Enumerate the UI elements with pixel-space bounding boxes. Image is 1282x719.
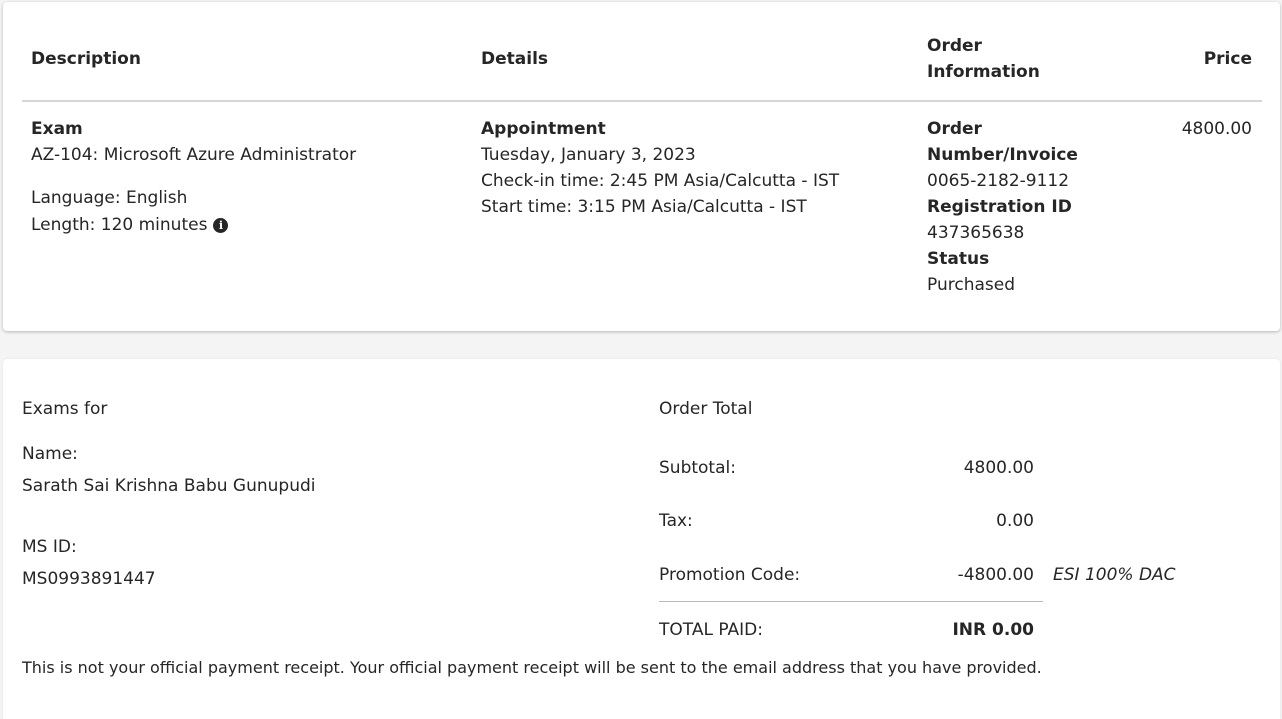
total-paid-label: TOTAL PAID: (659, 620, 763, 640)
info-icon[interactable]: i (213, 218, 229, 233)
promotion-code: ESI 100% DAC (1053, 565, 1176, 585)
candidate-name: Sarath Sai Krishna Babu Gunupudi (22, 476, 316, 496)
description-cell: Exam AZ-104: Microsoft Azure Administrat… (31, 116, 356, 238)
order-number-label-line2: Number/Invoice (927, 145, 1078, 165)
header-order-information-line1: Order (927, 36, 982, 56)
tax-label: Tax: (659, 511, 693, 531)
registration-id-label: Registration ID (927, 197, 1072, 217)
exam-length-row: Length: 120 minutes i (31, 212, 356, 238)
total-divider (659, 601, 1043, 602)
subtotal-label: Subtotal: (659, 458, 736, 478)
receipt-disclaimer: This is not your official payment receip… (22, 658, 1042, 677)
exams-for-label: Exams for (22, 399, 108, 419)
checkin-time: Check-in time: 2:45 PM Asia/Calcutta - I… (481, 171, 840, 191)
status-label: Status (927, 249, 990, 269)
order-summary-card: Exams for Name: Sarath Sai Krishna Babu … (3, 359, 1280, 719)
order-number-label-line1: Order (927, 119, 982, 139)
appointment-date: Tuesday, January 3, 2023 (481, 145, 696, 165)
promotion-amount: -4800.00 (957, 565, 1034, 585)
header-details: Details (481, 49, 549, 69)
order-details-card: Description Details Order Information Pr… (3, 2, 1280, 331)
start-time: Start time: 3:15 PM Asia/Calcutta - IST (481, 197, 807, 217)
header-price: Price (1203, 49, 1252, 69)
promotion-code-label: Promotion Code: (659, 565, 801, 585)
details-cell: Appointment Tuesday, January 3, 2023 Che… (481, 116, 839, 220)
total-paid-value: INR 0.00 (952, 620, 1034, 640)
order-number: 0065-2182-9112 (927, 171, 1070, 191)
registration-id: 437365638 (927, 223, 1025, 243)
status-value: Purchased (927, 275, 1015, 295)
header-order-information: Order Information (927, 33, 1040, 85)
ms-id-value: MS0993891447 (22, 569, 156, 589)
exam-length: Length: 120 minutes (31, 215, 208, 235)
subtotal-value: 4800.00 (963, 458, 1034, 478)
order-information-cell: Order Number/Invoice 0065-2182-9112 Regi… (927, 116, 1078, 298)
header-divider (22, 100, 1262, 102)
order-total-label: Order Total (659, 399, 753, 419)
price-value: 4800.00 (1181, 119, 1252, 139)
exam-language: Language: English (31, 188, 188, 208)
exam-name: AZ-104: Microsoft Azure Administrator (31, 145, 357, 165)
tax-value: 0.00 (996, 511, 1034, 531)
header-order-information-line2: Information (927, 62, 1040, 82)
exam-label: Exam (31, 119, 83, 139)
header-description: Description (31, 49, 141, 69)
appointment-label: Appointment (481, 119, 606, 139)
name-label: Name: (22, 444, 78, 464)
ms-id-label: MS ID: (22, 537, 77, 557)
